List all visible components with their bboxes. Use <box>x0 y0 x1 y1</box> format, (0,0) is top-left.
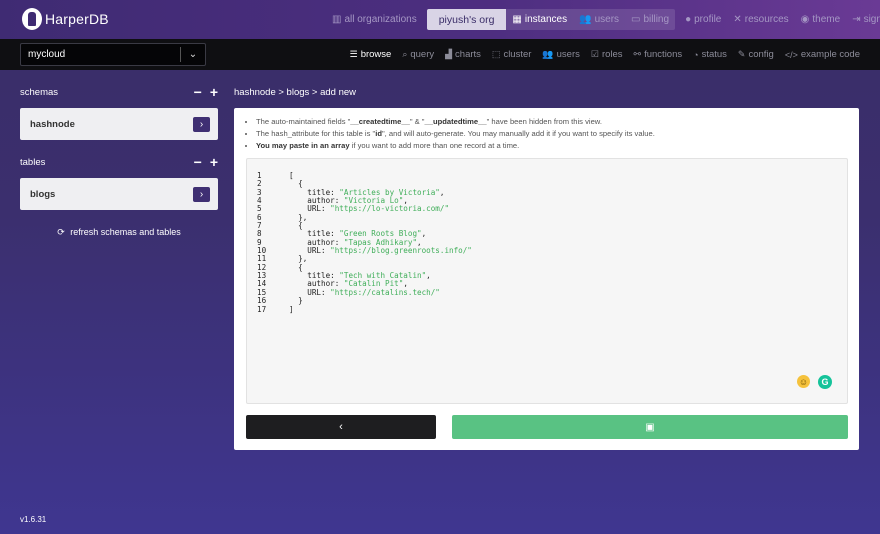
line-number: 17 <box>257 304 267 314</box>
tables-label: tables <box>20 156 46 168</box>
breadcrumb: hashnode > blogs > add new <box>234 87 357 98</box>
user-icon: ● <box>685 14 692 25</box>
add-table-plus-icon[interactable]: + <box>210 155 218 169</box>
save-icon: ▣ <box>645 421 655 433</box>
building-icon: ▥ <box>332 14 342 25</box>
instance-subnav: ☰ browse ⌕ query ▟ charts ⬚ cluster 👥 us… <box>339 47 860 62</box>
list-icon: ☰ <box>349 49 358 59</box>
line-number: 2 <box>257 179 262 189</box>
add-record-panel: The auto-maintained fields "__createdtim… <box>234 108 859 450</box>
schema-item-hashnode[interactable]: hashnode › <box>20 108 218 140</box>
schema-item-label: hashnode <box>30 118 75 130</box>
line-content: URL: "https://lo-victoria.com/" <box>289 204 450 214</box>
note-hidden-fields: The auto-maintained fields "__createdtim… <box>256 116 846 128</box>
billing-link[interactable]: ▭ billing <box>625 9 675 30</box>
resources-link[interactable]: ✕ resources <box>727 9 794 30</box>
grammarly-icon[interactable]: G <box>818 375 832 389</box>
tab-charts[interactable]: ▟ charts <box>445 49 481 60</box>
collapse-tables-minus-icon[interactable]: − <box>194 155 202 169</box>
theme-link[interactable]: ◉ theme <box>795 9 847 30</box>
line-content: URL: "https://blog.greenroots.info/" <box>289 246 472 256</box>
table-item-blogs[interactable]: blogs › <box>20 178 218 210</box>
save-button[interactable]: ▣ <box>452 415 848 439</box>
tab-status[interactable]: ◔ status <box>693 49 727 60</box>
info-notes: The auto-maintained fields "__createdtim… <box>246 116 846 152</box>
tab-config[interactable]: ✎ config <box>738 49 774 60</box>
credit-card-icon: ▭ <box>631 14 641 25</box>
org-tabs-group: piyush's org ▦ instances 👥 users ▭ billi… <box>426 9 676 30</box>
chevron-right-icon[interactable]: › <box>193 186 210 202</box>
collapse-schemas-minus-icon[interactable]: − <box>194 85 202 99</box>
emoji-icon[interactable]: ☺ <box>797 375 810 388</box>
line-number: 1 <box>257 171 262 180</box>
line-number: 6 <box>257 212 262 222</box>
gauge-icon: ◔ <box>693 49 699 60</box>
line-number: 4 <box>257 196 262 206</box>
sign-out-link[interactable]: ⇥ sign out <box>846 9 880 30</box>
note-hash-attribute: The hash_attribute for this table is "id… <box>256 128 846 140</box>
refresh-icon: ⟳ <box>57 227 65 237</box>
tab-users[interactable]: 👥 users <box>542 49 579 60</box>
code-line: 17] <box>257 304 472 314</box>
code-icon: </> <box>784 49 798 60</box>
tab-roles[interactable]: ☑ roles <box>591 49 623 60</box>
chart-icon: ▟ <box>445 49 453 59</box>
cubes-icon: ⬚ <box>491 49 501 59</box>
tab-browse[interactable]: ☰ browse <box>350 49 392 60</box>
users-icon: 👥 <box>579 14 592 25</box>
note-paste-array: You may paste in an array if you want to… <box>256 140 846 152</box>
harperdb-logo[interactable]: HarperDB <box>22 8 109 30</box>
instance-toolbar: mycloud ⌄ ☰ browse ⌕ query ▟ charts ⬚ cl… <box>0 39 880 70</box>
line-content: ] <box>289 304 294 314</box>
tab-query[interactable]: ⌕ query <box>402 49 434 60</box>
code-lines: 1[2 {3 title: "Articles by Victoria", 4 a… <box>257 171 472 314</box>
tab-cluster[interactable]: ⬚ cluster <box>492 49 532 60</box>
line-content: URL: "https://catalins.tech/" <box>289 287 440 297</box>
table-item-label: blogs <box>30 188 56 200</box>
tables-header: tables − + <box>20 155 218 169</box>
harperdb-logo-icon <box>22 8 42 30</box>
tab-example-code[interactable]: </> example code <box>785 49 860 60</box>
tools-icon: ✕ <box>733 14 742 25</box>
add-schema-plus-icon[interactable]: + <box>210 85 218 99</box>
json-editor[interactable]: 1[2 {3 title: "Articles by Victoria", 4 a… <box>246 158 848 404</box>
sign-out-icon: ⇥ <box>852 14 861 25</box>
org-nav: ▥ all organizations piyush's org ▦ insta… <box>326 9 880 30</box>
back-button[interactable]: ‹ <box>246 415 436 439</box>
check-square-icon: ☑ <box>590 49 599 59</box>
wrench-icon: ✎ <box>737 49 746 59</box>
schemas-label: schemas <box>20 86 59 98</box>
tab-functions[interactable]: ⚯ functions <box>634 49 683 60</box>
chevron-right-icon[interactable]: › <box>193 116 210 132</box>
instance-select[interactable]: mycloud ⌄ <box>20 43 206 66</box>
refresh-schemas-button[interactable]: ⟳ refresh schemas and tables <box>20 227 218 238</box>
top-navigation-bar: HarperDB ▥ all organizations piyush's or… <box>0 0 880 39</box>
chevron-left-icon: ‹ <box>339 421 343 433</box>
logo-text: HarperDB <box>45 11 109 27</box>
palette-icon: ◉ <box>800 14 810 25</box>
all-organizations-link[interactable]: ▥ all organizations <box>326 9 423 30</box>
chevron-down-icon[interactable]: ⌄ <box>181 49 205 60</box>
grid-icon: ▦ <box>512 14 522 25</box>
instances-link[interactable]: ▦ instances <box>506 9 573 30</box>
project-diagram-icon: ⚯ <box>633 49 642 59</box>
search-icon: ⌕ <box>402 49 408 59</box>
instance-select-value: mycloud <box>28 49 66 60</box>
users-icon: 👥 <box>542 49 554 59</box>
schemas-header: schemas − + <box>20 85 218 99</box>
version-label: v1.6.31 <box>20 515 47 524</box>
org-users-link[interactable]: 👥 users <box>573 9 625 30</box>
current-org-label[interactable]: piyush's org <box>426 9 507 30</box>
profile-link[interactable]: ● profile <box>679 9 727 30</box>
